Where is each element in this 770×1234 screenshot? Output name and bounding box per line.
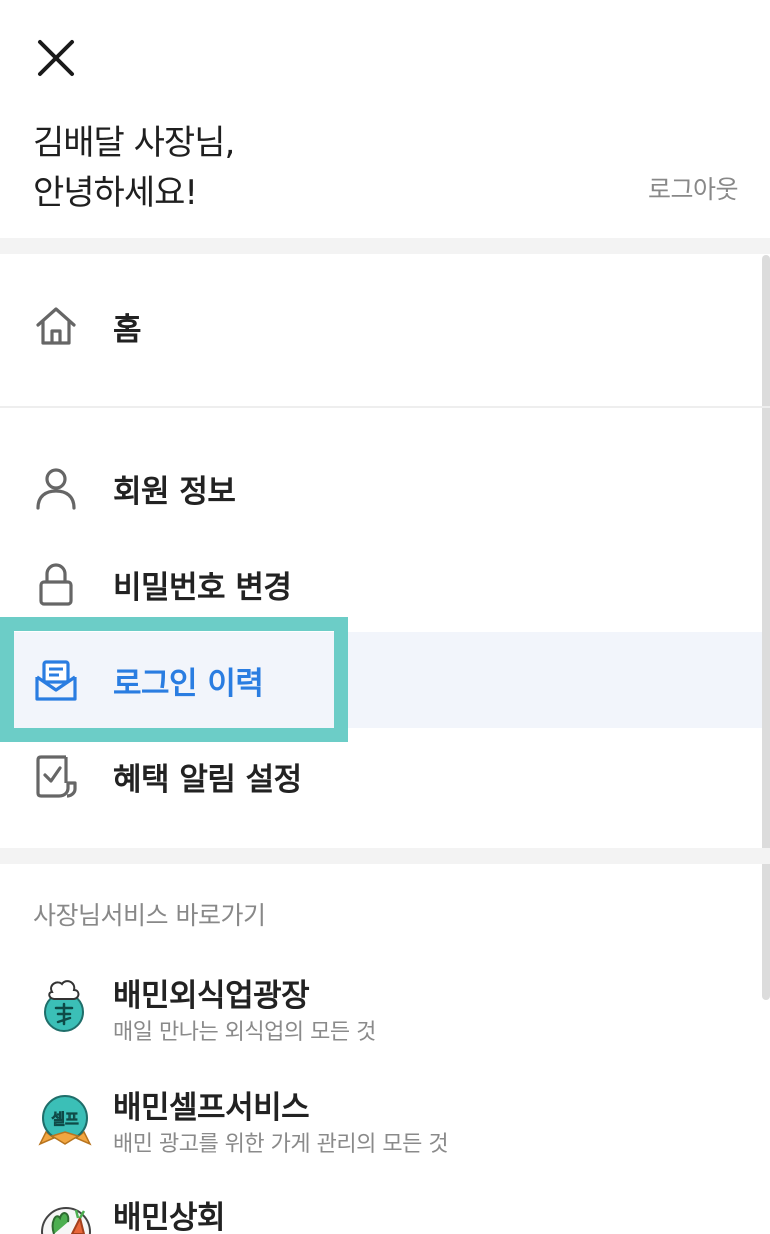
logout-link[interactable]: 로그아웃 <box>648 170 739 206</box>
section-separator <box>0 238 770 254</box>
home-icon <box>33 303 79 349</box>
greeting-line-2: 안녕하세요! <box>33 173 198 213</box>
close-button[interactable] <box>30 32 80 82</box>
menu-item-member-info[interactable]: 회원 정보 <box>0 440 762 536</box>
menu-item-label: 비밀번호 변경 <box>113 569 292 606</box>
services-heading: 사장님서비스 바로가기 <box>33 901 266 930</box>
section-separator <box>0 848 770 864</box>
menu-item-label: 홈 <box>113 311 142 348</box>
service-item-restaurant-plaza[interactable]: 배민외식업광장 매일 만나는 외식업의 모든 것 <box>0 966 762 1066</box>
service-item-self-service[interactable]: 셀프 배민셀프서비스 배민 광고를 위한 가게 관리의 모든 것 <box>0 1080 762 1180</box>
menu-item-password-change[interactable]: 비밀번호 변경 <box>0 536 762 632</box>
chef-hat-logo-icon <box>38 978 90 1032</box>
menu-item-label: 회원 정보 <box>113 473 236 510</box>
menu-item-login-history[interactable]: 로그인 이력 <box>0 632 762 728</box>
lock-icon <box>33 561 79 607</box>
vegetables-logo-icon <box>38 1204 91 1234</box>
mail-open-icon <box>33 657 79 703</box>
menu-item-label: 로그인 이력 <box>113 665 264 702</box>
service-item-sanghoe[interactable]: 배민상회 <box>0 1190 762 1234</box>
service-title: 배민셀프서비스 <box>113 1090 310 1126</box>
checklist-icon <box>33 753 79 799</box>
menu-item-benefit-alert-settings[interactable]: 혜택 알림 설정 <box>0 728 762 824</box>
greeting: 김배달 사장님, 안녕하세요! <box>33 118 235 218</box>
service-description: 매일 만나는 외식업의 모든 것 <box>113 1020 376 1045</box>
user-icon <box>33 465 79 511</box>
menu-item-label: 혜택 알림 설정 <box>113 761 302 798</box>
divider <box>0 406 770 408</box>
close-icon <box>38 40 74 76</box>
service-title: 배민외식업광장 <box>113 978 310 1014</box>
menu-item-home[interactable]: 홈 <box>0 278 762 374</box>
scrollbar[interactable] <box>762 255 770 1000</box>
service-description: 배민 광고를 위한 가게 관리의 모든 것 <box>113 1132 449 1157</box>
self-service-badge-text: 셀프 <box>51 1110 79 1128</box>
self-service-logo-icon: 셀프 <box>38 1092 92 1146</box>
greeting-line-1: 김배달 사장님, <box>33 123 235 163</box>
service-title: 배민상회 <box>113 1200 226 1234</box>
